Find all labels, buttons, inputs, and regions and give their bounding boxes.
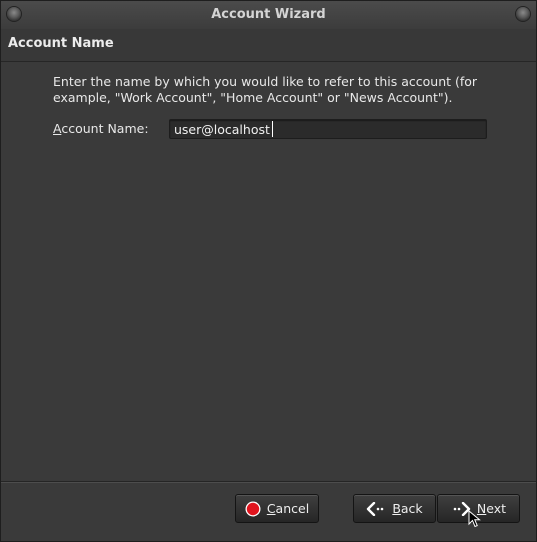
mouse-pointer-icon xyxy=(468,510,481,528)
page-description: Enter the name by which you would like t… xyxy=(53,74,478,105)
account-name-label-text: ccount Name: xyxy=(61,121,149,136)
back-button-label: Back xyxy=(392,501,423,516)
window-title: Account Wizard xyxy=(211,7,326,22)
stop-icon xyxy=(245,501,261,516)
account-wizard-window: Account Wizard Account Name Enter the na… xyxy=(0,0,537,542)
page-header: Account Name xyxy=(1,29,536,62)
page-title: Account Name xyxy=(8,36,114,51)
cancel-button-label: Cancel xyxy=(266,501,310,516)
account-name-label: Account Name: xyxy=(53,121,149,136)
back-button[interactable]: Back xyxy=(353,494,436,523)
title-bar[interactable]: Account Wizard xyxy=(1,1,536,30)
window-close-button[interactable] xyxy=(516,7,530,21)
cancel-button[interactable]: Cancel xyxy=(235,494,319,523)
header-divider xyxy=(1,61,536,62)
footer-divider-highlight xyxy=(1,482,536,483)
text-caret xyxy=(272,121,273,137)
account-name-input[interactable] xyxy=(169,119,487,139)
back-arrow-icon xyxy=(367,501,384,516)
